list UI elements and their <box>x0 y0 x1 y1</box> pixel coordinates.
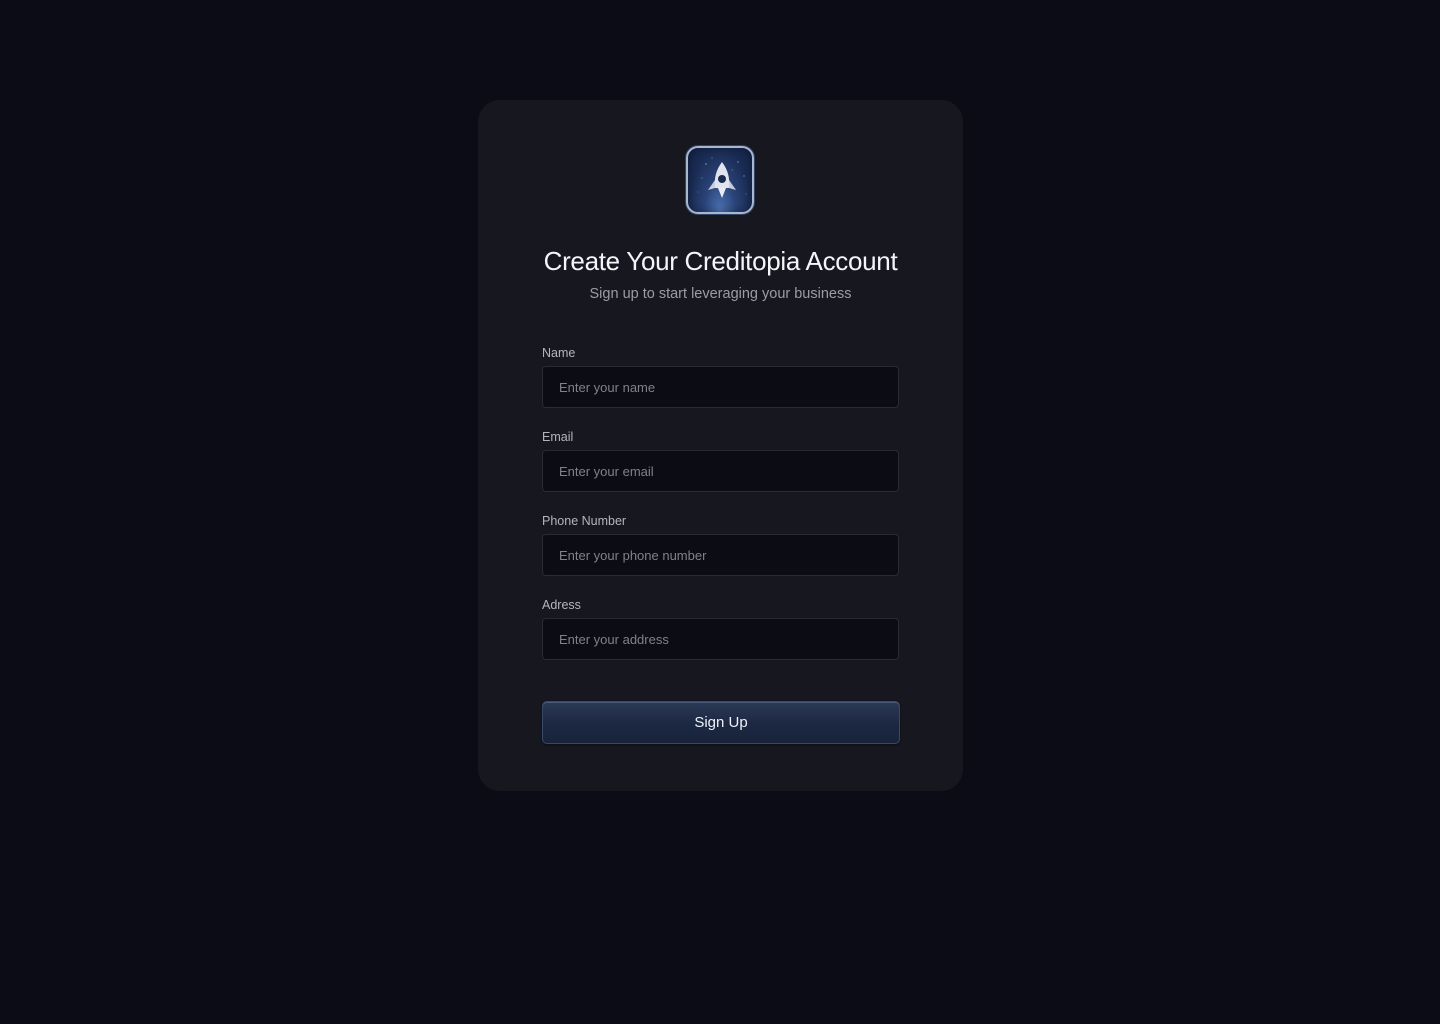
phone-input[interactable] <box>543 535 898 575</box>
signup-card: Create Your Creditopia Account Sign up t… <box>478 100 963 791</box>
email-field-group: Email <box>542 430 899 492</box>
page-subtitle: Sign up to start leveraging your busines… <box>589 286 852 302</box>
name-field-group: Name <box>542 346 899 408</box>
name-label: Name <box>542 346 576 360</box>
address-label: Adress <box>542 598 581 612</box>
sign-up-button[interactable]: Sign Up <box>542 701 900 744</box>
phone-label: Phone Number <box>542 514 627 528</box>
name-input[interactable] <box>543 367 898 407</box>
address-field-group: Adress <box>542 598 899 660</box>
app-logo <box>686 146 754 214</box>
phone-input-box <box>542 534 899 576</box>
email-input-box <box>542 450 899 492</box>
name-input-box <box>542 366 899 408</box>
rocket-icon <box>697 157 747 198</box>
page-title: Create Your Creditopia Account <box>543 246 898 276</box>
address-input-box <box>542 618 899 660</box>
address-input[interactable] <box>543 619 898 659</box>
phone-field-group: Phone Number <box>542 514 899 576</box>
email-label: Email <box>542 430 574 444</box>
email-input[interactable] <box>543 451 898 491</box>
